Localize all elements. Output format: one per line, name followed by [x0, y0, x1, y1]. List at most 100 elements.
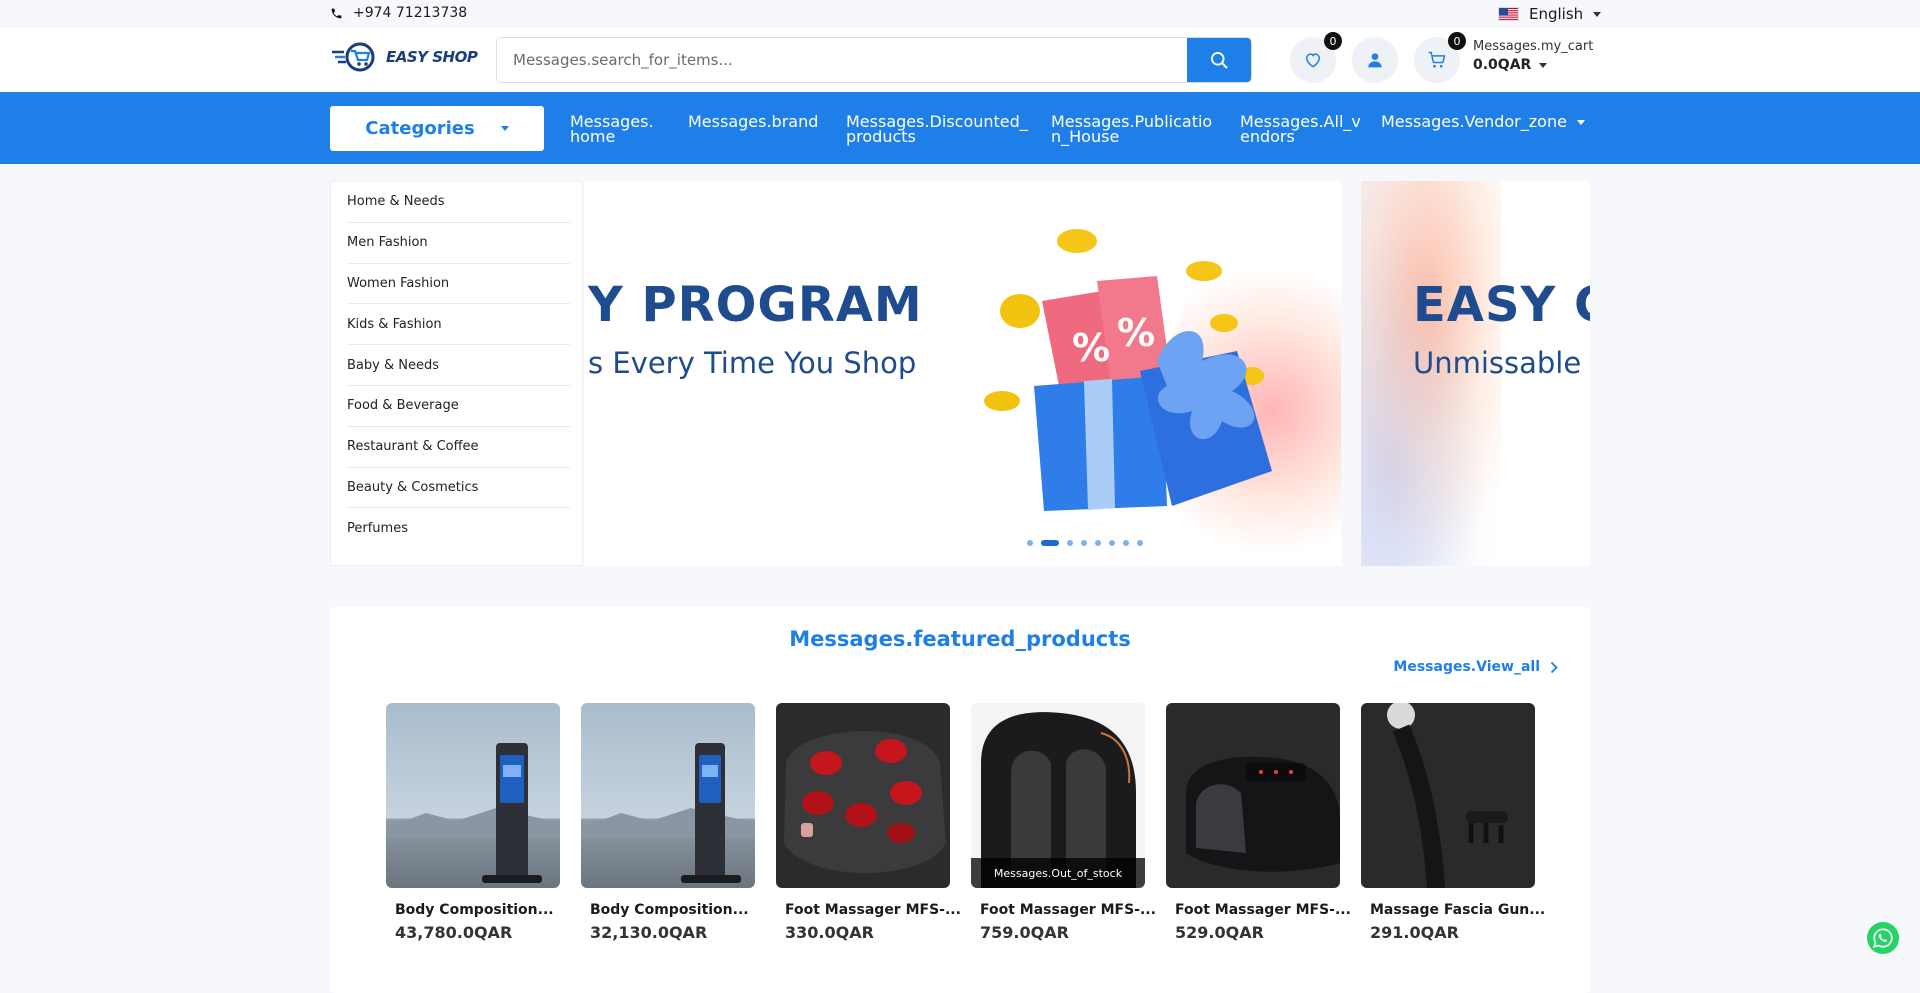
chevron-down-icon — [500, 126, 509, 131]
product-card[interactable]: Body Composition... 32,130.0QAR — [581, 703, 755, 942]
product-price: 529.0QAR — [1175, 923, 1264, 942]
category-item-home-needs[interactable]: Home & Needs — [347, 182, 570, 223]
product-card[interactable]: Foot Massager MFS-... 330.0QAR — [776, 703, 961, 942]
foot-massager-red-image — [784, 731, 946, 873]
category-item-women-fashion[interactable]: Women Fashion — [347, 264, 570, 305]
slide-dot[interactable] — [1123, 540, 1129, 546]
kiosk-scale-image — [581, 743, 755, 883]
cart-total-value: 0.0QAR — [1473, 57, 1532, 73]
category-item-men-fashion[interactable]: Men Fashion — [347, 223, 570, 264]
phone-icon — [331, 8, 342, 18]
hero-banner[interactable]: Y PROGRAM s Every Time You Shop % % — [584, 181, 1341, 566]
logo-text: EASY SHOP — [386, 48, 478, 66]
site-logo[interactable]: EASY SHOP — [330, 38, 478, 76]
product-card[interactable]: Foot Massager MFS-... 529.0QAR — [1166, 703, 1351, 942]
product-image[interactable] — [1166, 703, 1340, 888]
language-label: English — [1529, 5, 1584, 23]
vendor-zone-label: Messages.Vendor_zone — [1381, 112, 1567, 131]
out-of-stock-overlay: Messages.Out_of_stock — [971, 858, 1145, 888]
us-flag-icon — [1498, 7, 1519, 21]
chevron-down-icon — [1576, 120, 1585, 125]
product-image[interactable] — [581, 703, 755, 888]
banner-pagination — [1027, 540, 1143, 546]
banner-subheading: s Every Time You Shop — [588, 346, 917, 380]
category-item-beauty-cosmetics[interactable]: Beauty & Cosmetics — [347, 468, 570, 509]
cart-summary[interactable]: Messages.my_cart 0.0QAR — [1473, 39, 1593, 73]
banner2-heading: EASY C — [1413, 277, 1590, 333]
slide-dot[interactable] — [1137, 540, 1143, 546]
category-item-restaurant-coffee[interactable]: Restaurant & Coffee — [347, 427, 570, 468]
category-item-food-beverage[interactable]: Food & Beverage — [347, 386, 570, 427]
chevron-down-icon — [1593, 11, 1602, 17]
product-price: 330.0QAR — [785, 923, 874, 942]
category-item-baby-needs[interactable]: Baby & Needs — [347, 345, 570, 386]
category-item-perfumes[interactable]: Perfumes — [347, 508, 570, 549]
cart-icon — [1428, 51, 1446, 68]
nav-item-brand[interactable]: Messages.brand — [688, 114, 818, 130]
nav-item-discounted-products[interactable]: Messages.Discounted_ products — [846, 114, 1028, 145]
product-card[interactable]: Messages.Out_of_stock Foot Massager MFS-… — [971, 703, 1156, 942]
product-price: 759.0QAR — [980, 923, 1069, 942]
account-button[interactable] — [1352, 37, 1398, 83]
slide-dot[interactable] — [1095, 540, 1101, 546]
nav-item-all-vendors[interactable]: Messages.All_v endors — [1240, 114, 1361, 145]
product-image[interactable]: Messages.Out_of_stock — [971, 703, 1145, 888]
product-price: 291.0QAR — [1370, 923, 1459, 942]
slide-dot[interactable] — [1067, 540, 1073, 546]
phone-number: +974 71213738 — [353, 5, 468, 21]
product-name[interactable]: Foot Massager MFS-... — [1166, 902, 1351, 918]
banner2-subheading: Unmissable — [1413, 346, 1582, 380]
view-all-link[interactable]: Messages.View_all — [1393, 659, 1558, 675]
whatsapp-icon — [1873, 928, 1893, 948]
top-bar: +974 71213738 English — [0, 0, 1920, 28]
cart-button[interactable]: 0 — [1414, 32, 1466, 83]
cart-logo-icon — [332, 42, 375, 72]
product-name[interactable]: Body Composition... — [386, 902, 560, 918]
product-card[interactable]: Massage Fascia Gun... 291.0QAR — [1361, 703, 1545, 942]
svg-text:%: % — [1117, 311, 1155, 355]
product-price: 32,130.0QAR — [590, 923, 708, 942]
featured-products-section: Messages.featured_products Messages.View… — [330, 607, 1590, 993]
slide-dot[interactable] — [1109, 540, 1115, 546]
view-all-label: Messages.View_all — [1393, 659, 1540, 675]
cart-count-badge: 0 — [1448, 32, 1466, 50]
product-name[interactable]: Foot Massager MFS-... — [971, 902, 1156, 918]
cart-total: 0.0QAR — [1473, 57, 1593, 73]
chevron-right-icon — [1550, 661, 1558, 673]
fascia-gun-image — [1387, 703, 1508, 888]
search-button[interactable] — [1187, 38, 1251, 82]
category-sidebar: Home & Needs Men Fashion Women Fashion K… — [330, 181, 583, 566]
product-image[interactable] — [776, 703, 950, 888]
product-name[interactable]: Body Composition... — [581, 902, 755, 918]
search-input[interactable] — [497, 38, 1187, 82]
search-icon — [1211, 52, 1228, 69]
whatsapp-chat-button[interactable] — [1867, 922, 1899, 954]
search-bar — [496, 37, 1252, 83]
chevron-down-icon — [1539, 62, 1548, 68]
heart-icon — [1305, 53, 1321, 68]
product-image[interactable] — [1361, 703, 1535, 888]
nav-item-vendor-zone[interactable]: Messages.Vendor_zone — [1381, 112, 1585, 131]
cart-label: Messages.my_cart — [1473, 39, 1594, 54]
foot-massager-flat-image — [1186, 756, 1340, 872]
product-card[interactable]: Body Composition... 43,780.0QAR — [386, 703, 560, 942]
product-name[interactable]: Foot Massager MFS-... — [776, 902, 961, 918]
categories-label: Categories — [365, 118, 475, 139]
banner-heading: Y PROGRAM — [588, 277, 923, 333]
category-item-kids-fashion[interactable]: Kids & Fashion — [347, 304, 570, 346]
kiosk-scale-image — [386, 743, 560, 883]
svg-text:%: % — [1072, 326, 1110, 370]
slide-dot-active[interactable] — [1041, 540, 1059, 546]
slide-dot[interactable] — [1081, 540, 1087, 546]
phone-contact[interactable]: +974 71213738 — [330, 5, 467, 21]
categories-dropdown-button[interactable]: Categories — [330, 106, 544, 151]
wishlist-button[interactable]: 0 — [1290, 32, 1342, 83]
nav-item-home[interactable]: Messages. home — [570, 114, 654, 145]
product-name[interactable]: Massage Fascia Gun... — [1361, 902, 1545, 918]
nav-item-publication-house[interactable]: Messages.Publicatio n_House — [1051, 114, 1212, 145]
product-image[interactable] — [386, 703, 560, 888]
slide-dot[interactable] — [1027, 540, 1033, 546]
hero-banner-next-slide[interactable]: EASY C Unmissable — [1361, 181, 1590, 566]
user-icon — [1368, 53, 1382, 68]
language-selector[interactable]: English — [1498, 5, 1602, 23]
